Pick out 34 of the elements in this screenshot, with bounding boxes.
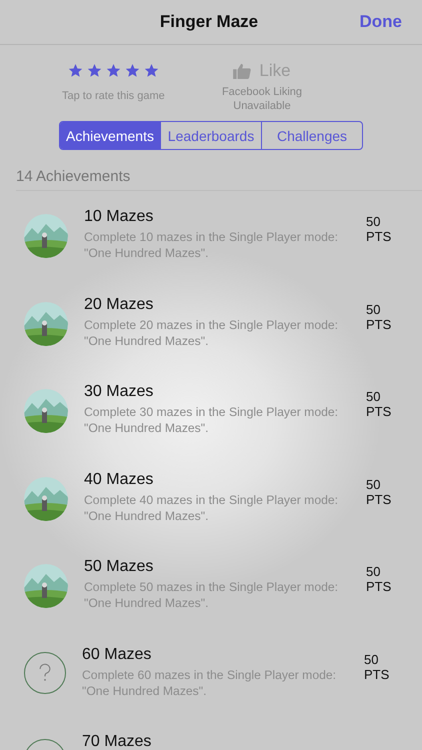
achievement-description: Complete 20 mazes in the Single Player mode: "One Hundred Mazes".: [84, 316, 340, 348]
points-unit: PTS: [366, 316, 392, 332]
points-unit: PTS: [366, 229, 392, 244]
screen-title: Finger Maze: [160, 12, 258, 32]
achievement-title: 30 Mazes: [84, 383, 154, 401]
points-unit: PTS: [366, 579, 392, 594]
section-header: 14 Achievements: [16, 168, 422, 191]
achievement-title: 60 Mazes: [82, 646, 152, 664]
points-value: 50: [366, 476, 382, 492]
achievement-description: Complete 30 mazes in the Single Player mode: "One Hundred Mazes".: [84, 404, 340, 436]
points-unit: PTS: [364, 666, 390, 682]
achievement-description: Complete 10 mazes in the Single Player mode: "One Hundred Mazes".: [84, 229, 340, 261]
tab[interactable]: Challenges: [261, 122, 362, 149]
done-button[interactable]: Done: [360, 12, 402, 32]
achievement-title: 10 Mazes: [84, 208, 154, 226]
points-value: 50: [364, 652, 380, 666]
like-caption: Facebook Liking Unavailable: [220, 85, 304, 113]
points-value: 50: [366, 564, 382, 579]
thumbs-up-icon: [233, 63, 252, 79]
achievement-description: Complete 40 mazes in the Single Player mode: "One Hundred Mazes".: [84, 492, 340, 524]
achievement-title: 50 Mazes: [84, 558, 154, 576]
points-value: 50: [366, 389, 382, 404]
points-unit: PTS: [366, 492, 392, 506]
tab[interactable]: Leaderboards: [160, 122, 261, 149]
tab[interactable]: Achievements: [60, 122, 160, 149]
points-unit: PTS: [366, 404, 392, 419]
achievement-title: 70 Mazes: [82, 733, 152, 750]
achievement-description: Complete 60 mazes in the Single Player mode: "One Hundred Mazes".: [82, 666, 338, 698]
rate-caption: Tap to rate this game: [62, 90, 165, 102]
achievement-description: Complete 50 mazes in the Single Player mode: "One Hundred Mazes".: [84, 579, 340, 611]
achievement-title: 40 Mazes: [84, 470, 154, 488]
achievement-title: 20 Mazes: [84, 296, 154, 314]
points-value: 50: [366, 214, 382, 229]
points-value: 50: [366, 302, 382, 316]
